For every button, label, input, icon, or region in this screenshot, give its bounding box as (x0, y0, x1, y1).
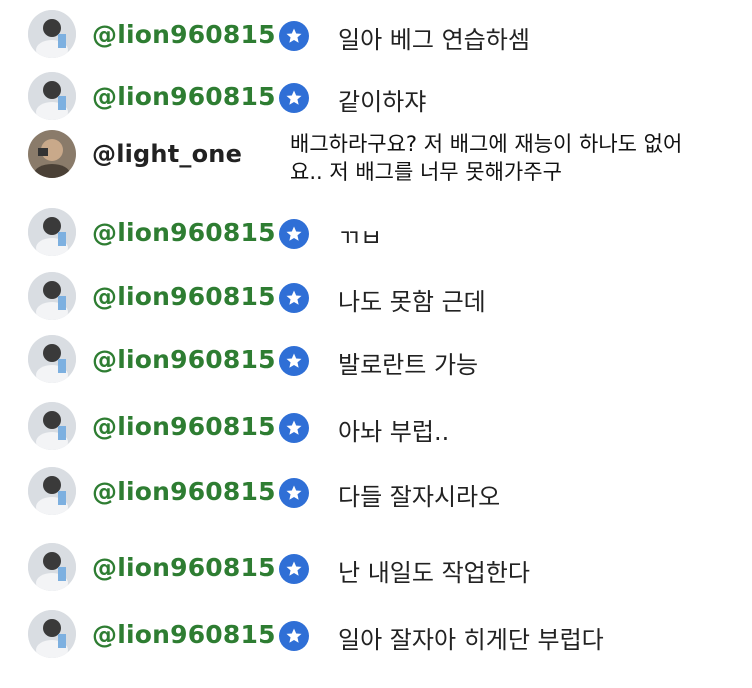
chat-log: @lion960815 일아 베그 연습하셈 @lion960815 같이하쟈 … (0, 0, 752, 688)
message-text: 아놔 부럽.. (338, 418, 450, 446)
verified-star-icon (279, 413, 309, 443)
message-text: 나도 못함 근데 (338, 288, 486, 316)
avatar[interactable] (28, 72, 76, 120)
verified-star-icon (279, 478, 309, 508)
verified-star-icon (279, 283, 309, 313)
chat-message: @light_one 배그하라구요? 저 배그에 재능이 하나도 없어요.. 저… (0, 128, 752, 188)
avatar[interactable] (28, 402, 76, 450)
username[interactable]: @lion960815 (92, 282, 276, 311)
message-text: 난 내일도 작업한다 (338, 559, 530, 587)
avatar[interactable] (28, 335, 76, 383)
username[interactable]: @lion960815 (92, 20, 276, 49)
message-text: 일아 베그 연습하셈 (338, 26, 530, 54)
username[interactable]: @lion960815 (92, 553, 276, 582)
message-text: 같이하쟈 (338, 88, 427, 116)
username[interactable]: @lion960815 (92, 345, 276, 374)
username[interactable]: @lion960815 (92, 620, 276, 649)
username[interactable]: @lion960815 (92, 218, 276, 247)
message-text: 일아 잘자아 히게단 부럽다 (338, 626, 604, 654)
chat-message: @lion960815 아놔 부럽.. (0, 400, 752, 452)
message-text: 배그하라구요? 저 배그에 재능이 하나도 없어요.. 저 배그를 너무 못해가… (290, 132, 683, 184)
chat-message: @lion960815 같이하쟈 (0, 70, 752, 122)
avatar[interactable] (28, 272, 76, 320)
message-text: ㄲㅂ (338, 224, 383, 252)
avatar[interactable] (28, 208, 76, 256)
message-text: 발로란트 가능 (338, 351, 479, 379)
avatar[interactable] (28, 10, 76, 58)
chat-message: @lion960815 난 내일도 작업한다 (0, 541, 752, 593)
username[interactable]: @lion960815 (92, 82, 276, 111)
username[interactable]: @light_one (92, 140, 242, 168)
message-text: 다들 잘자시라오 (338, 483, 501, 511)
username[interactable]: @lion960815 (92, 412, 276, 441)
verified-star-icon (279, 83, 309, 113)
chat-message: @lion960815 ㄲㅂ (0, 206, 752, 258)
verified-star-icon (279, 21, 309, 51)
verified-star-icon (279, 621, 309, 651)
chat-message: @lion960815 다들 잘자시라오 (0, 465, 752, 517)
avatar[interactable] (28, 130, 76, 178)
chat-message: @lion960815 발로란트 가능 (0, 333, 752, 385)
verified-star-icon (279, 219, 309, 249)
chat-message: @lion960815 일아 잘자아 히게단 부럽다 (0, 608, 752, 660)
avatar[interactable] (28, 467, 76, 515)
username[interactable]: @lion960815 (92, 477, 276, 506)
avatar[interactable] (28, 543, 76, 591)
verified-star-icon (279, 346, 309, 376)
chat-message: @lion960815 나도 못함 근데 (0, 270, 752, 322)
chat-message: @lion960815 일아 베그 연습하셈 (0, 8, 752, 60)
verified-star-icon (279, 554, 309, 584)
avatar[interactable] (28, 610, 76, 658)
